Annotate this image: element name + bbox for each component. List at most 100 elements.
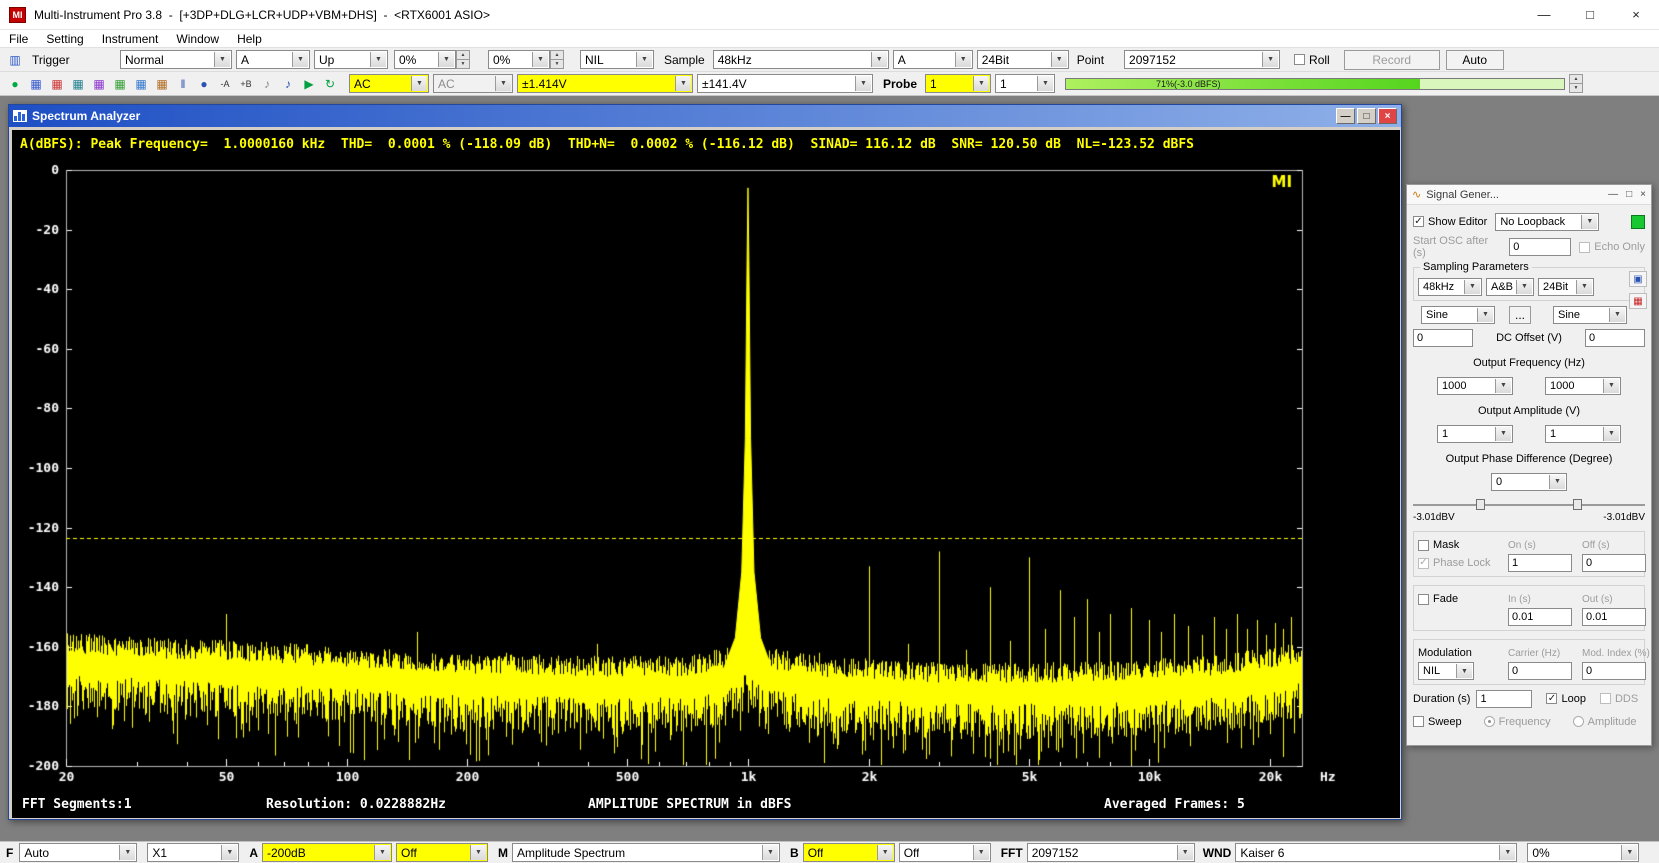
spin-up-icon[interactable]: ▲ [456,50,470,60]
level-spinner[interactable]: ▲▼ [1569,74,1583,93]
phase-lock-checkbox[interactable]: Phase Lock [1418,557,1504,569]
spectrum-close-button[interactable]: × [1378,108,1397,124]
trigger-mode-select[interactable]: Normal [120,50,232,69]
overlap-select[interactable]: 0% [1527,843,1639,862]
spin-down-icon[interactable]: ▼ [456,60,470,69]
trigger-level-spinner[interactable]: ▲▼ [456,50,470,69]
spectrum-mode-select[interactable]: Amplitude Spectrum [512,843,780,862]
menu-instrument[interactable]: Instrument [93,32,168,46]
dc-offset-b-input[interactable]: 0 [1585,329,1645,347]
sweep-amplitude-radio[interactable]: Amplitude [1573,716,1637,728]
sample-channel-select[interactable]: A [893,50,973,69]
channel-b-coupling-select[interactable]: AC [433,74,513,93]
menu-file[interactable]: File [0,32,37,46]
loop-checkbox[interactable]: Loop [1546,693,1585,705]
play-icon[interactable]: ▶ [300,77,318,91]
amplitude-a-select[interactable]: 1 [1437,425,1513,443]
spectrum-analyzer-icon[interactable]: ▦ [48,77,66,91]
fade-in-input[interactable]: 0.01 [1508,608,1572,626]
mute-icon[interactable]: ♪ [258,77,276,91]
window-function-select[interactable]: Kaiser 6 [1235,843,1517,862]
probe-b-select[interactable]: 1 [995,74,1055,93]
frequency-b-select[interactable]: 1000 [1545,377,1621,395]
speaker-icon[interactable]: ♪ [279,77,297,91]
close-button[interactable]: × [1613,0,1659,29]
menu-setting[interactable]: Setting [37,32,92,46]
menu-window[interactable]: Window [167,32,228,46]
save-waveform-icon[interactable]: ▣ [1629,271,1647,287]
trigger-hpf-select[interactable]: NIL [580,50,654,69]
spectrum-restore-button[interactable]: □ [1357,108,1376,124]
mod-index-input[interactable]: 0 [1582,662,1646,680]
channel-a-coupling-select[interactable]: AC [349,74,429,93]
multimeter-icon[interactable]: ▦ [69,77,87,91]
bit-depth-select[interactable]: 24Bit [977,50,1069,69]
record-button[interactable]: Record [1344,50,1440,70]
b-range-select[interactable]: Off [803,843,895,862]
auto-button[interactable]: Auto [1446,50,1504,70]
phase-difference-select[interactable]: 0 [1491,473,1567,491]
spin-down-icon[interactable]: ▼ [1569,84,1583,93]
fade-checkbox[interactable]: Fade [1418,593,1504,605]
gen-channels-select[interactable]: A&B [1486,278,1534,296]
mask-on-input[interactable]: 1 [1508,554,1572,572]
amplitude-b-select[interactable]: 1 [1545,425,1621,443]
maximize-button[interactable]: □ [1567,0,1613,29]
duration-input[interactable]: 1 [1476,690,1532,708]
roll-checkbox[interactable]: Roll [1294,53,1330,67]
spin-up-icon[interactable]: ▲ [1569,74,1583,84]
mask-off-input[interactable]: 0 [1582,554,1646,572]
probe-a-select[interactable]: 1 [925,74,991,93]
sample-rate-select[interactable]: 48kHz [713,50,889,69]
lcr-meter-icon[interactable]: ▦ [132,77,150,91]
waveform-b-select[interactable]: Sine [1553,306,1627,324]
carrier-input[interactable]: 0 [1508,662,1572,680]
siggen-maximize-button[interactable]: □ [1626,189,1632,200]
channel-b-range-select[interactable]: ±141.4V [697,74,873,93]
fade-out-input[interactable]: 0.01 [1582,608,1646,626]
x-zoom-select[interactable]: X1 [147,843,239,862]
lock-icon[interactable]: ● [195,77,213,91]
modulation-type-select[interactable]: NIL [1418,662,1474,680]
spin-down-icon[interactable]: ▼ [550,60,564,69]
a-mode-select[interactable]: Off [396,843,488,862]
font-decrease-icon[interactable]: -A [216,79,234,89]
echo-only-checkbox[interactable]: Echo Only [1579,241,1645,253]
channel-a-range-select[interactable]: ±1.414V [517,74,693,93]
frequency-a-select[interactable]: 1000 [1437,377,1513,395]
pause-icon[interactable]: ‖ [174,77,192,91]
trigger-source-select[interactable]: A [236,50,310,69]
restart-icon[interactable]: ↻ [321,77,339,91]
fft-size-select[interactable]: 2097152 [1027,843,1195,862]
waveform-a-select[interactable]: Sine [1421,306,1495,324]
sweep-frequency-radio[interactable]: Frequency [1484,716,1551,728]
start-osc-input[interactable]: 0 [1509,238,1571,256]
trigger-level-select[interactable]: 0% [394,50,456,69]
waveform-editor-button[interactable]: ... [1509,306,1531,324]
loopback-select[interactable]: No Loopback [1495,213,1599,231]
spectrum-minimize-button[interactable]: — [1336,108,1355,124]
run-icon[interactable]: ● [6,77,24,91]
minimize-button[interactable]: — [1521,0,1567,29]
point-count-select[interactable]: 2097152 [1124,50,1280,69]
a-range-select[interactable]: -200dB [262,843,392,862]
gen-sample-rate-select[interactable]: 48kHz [1418,278,1482,296]
font-increase-icon[interactable]: +B [237,79,255,89]
trigger-icon[interactable]: ▥ [6,53,24,67]
freq-axis-select[interactable]: Auto [19,843,137,862]
spectrum-window-titlebar[interactable]: Spectrum Analyzer — □ × [9,105,1401,127]
mask-checkbox[interactable]: Mask [1418,539,1504,551]
level-b-slider-handle[interactable] [1573,499,1582,510]
trigger-edge-select[interactable]: Up [314,50,388,69]
oscilloscope-icon[interactable]: ▦ [27,77,45,91]
siggen-close-button[interactable]: × [1640,189,1646,200]
dc-offset-a-input[interactable]: 0 [1413,329,1473,347]
spin-up-icon[interactable]: ▲ [550,50,564,60]
data-logger-icon[interactable]: ▦ [111,77,129,91]
signal-generator-titlebar[interactable]: ∿ Signal Gener... — □ × [1407,185,1651,205]
show-editor-checkbox[interactable]: Show Editor [1413,216,1487,228]
level-a-slider-handle[interactable] [1476,499,1485,510]
b-mode-select[interactable]: Off [899,843,991,862]
ddp-viewer-icon[interactable]: ▦ [153,77,171,91]
spectrum-plot[interactable] [12,156,1396,794]
